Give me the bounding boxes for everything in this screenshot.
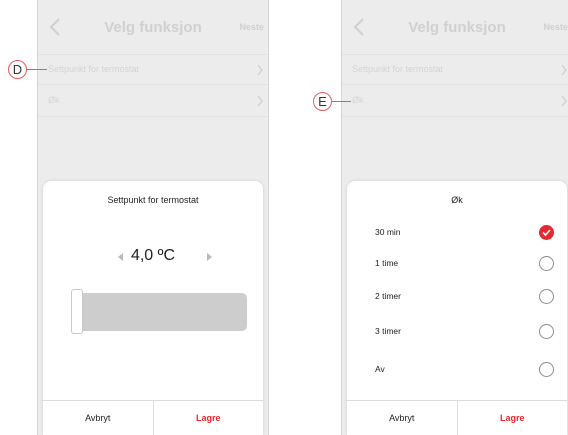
page-title: Velg funksjon bbox=[104, 19, 202, 36]
sheet-title: Øk bbox=[451, 195, 463, 205]
option-label: 1 time bbox=[375, 258, 399, 268]
callout-e: E bbox=[313, 92, 332, 111]
radio-unchecked-icon[interactable] bbox=[539, 289, 554, 304]
temperature-stepper: 4,0 ºC bbox=[43, 247, 263, 267]
temperature-slider-thumb[interactable] bbox=[71, 289, 83, 334]
phone-screen-increase: Velg funksjon Neste Settpunkt for termos… bbox=[341, 0, 568, 435]
screen-header: Velg funksjon Neste bbox=[38, 0, 268, 54]
setpoint-bottom-sheet: Settpunkt for termostat 4,0 ºC Avbryt La… bbox=[43, 181, 263, 435]
page-title: Velg funksjon bbox=[408, 19, 506, 36]
sheet-title: Settpunkt for termostat bbox=[107, 195, 199, 205]
list-item-thermostat-setpoint[interactable]: Settpunkt for termostat bbox=[38, 54, 268, 85]
save-button[interactable]: Lagre bbox=[458, 401, 568, 435]
cancel-button[interactable]: Avbryt bbox=[347, 401, 458, 435]
option-2-timer[interactable]: 2 timer bbox=[347, 285, 567, 309]
chevron-right-icon bbox=[561, 64, 567, 76]
list-item-increase[interactable]: Øk bbox=[342, 86, 568, 117]
list-item-increase[interactable]: Øk bbox=[38, 86, 268, 117]
option-label: 30 min bbox=[375, 227, 401, 237]
sheet-footer: Avbryt Lagre bbox=[43, 400, 263, 435]
save-button[interactable]: Lagre bbox=[154, 401, 264, 435]
list-item-label: Øk bbox=[352, 95, 364, 105]
next-button[interactable]: Neste bbox=[543, 22, 568, 32]
increase-bottom-sheet: Øk 30 min 1 time 2 timer 3 timer Av Avbr… bbox=[347, 181, 567, 435]
radio-unchecked-icon[interactable] bbox=[539, 256, 554, 271]
list-item-label: Settpunkt for termostat bbox=[352, 64, 444, 74]
option-label: Av bbox=[375, 364, 385, 374]
list-item-label: Øk bbox=[48, 95, 60, 105]
list-item-label: Settpunkt for termostat bbox=[48, 64, 140, 74]
radio-unchecked-icon[interactable] bbox=[539, 362, 554, 377]
next-button[interactable]: Neste bbox=[239, 22, 264, 32]
chevron-right-icon bbox=[257, 64, 263, 76]
option-3-timer[interactable]: 3 timer bbox=[347, 320, 567, 344]
option-label: 2 timer bbox=[375, 291, 401, 301]
list-item-thermostat-setpoint[interactable]: Settpunkt for termostat bbox=[342, 54, 568, 85]
callout-d-line bbox=[27, 69, 47, 70]
temperature-slider-track[interactable] bbox=[71, 293, 247, 331]
radio-checked-icon[interactable] bbox=[539, 225, 554, 240]
cancel-button[interactable]: Avbryt bbox=[43, 401, 154, 435]
sheet-footer: Avbryt Lagre bbox=[347, 400, 567, 435]
option-30-min[interactable]: 30 min bbox=[347, 221, 567, 245]
chevron-right-icon bbox=[561, 95, 567, 107]
increase-arrow-icon[interactable] bbox=[207, 253, 212, 261]
callout-d: D bbox=[8, 60, 27, 79]
callout-e-line bbox=[332, 101, 351, 102]
phone-screen-thermostat: Velg funksjon Neste Settpunkt for termos… bbox=[37, 0, 269, 435]
option-1-time[interactable]: 1 time bbox=[347, 252, 567, 276]
chevron-right-icon bbox=[257, 95, 263, 107]
option-label: 3 timer bbox=[375, 326, 401, 336]
temperature-value: 4,0 ºC bbox=[130, 247, 176, 264]
radio-unchecked-icon[interactable] bbox=[539, 324, 554, 339]
checkmark-icon bbox=[542, 229, 551, 237]
option-av[interactable]: Av bbox=[347, 358, 567, 382]
screen-header: Velg funksjon Neste bbox=[342, 0, 568, 54]
